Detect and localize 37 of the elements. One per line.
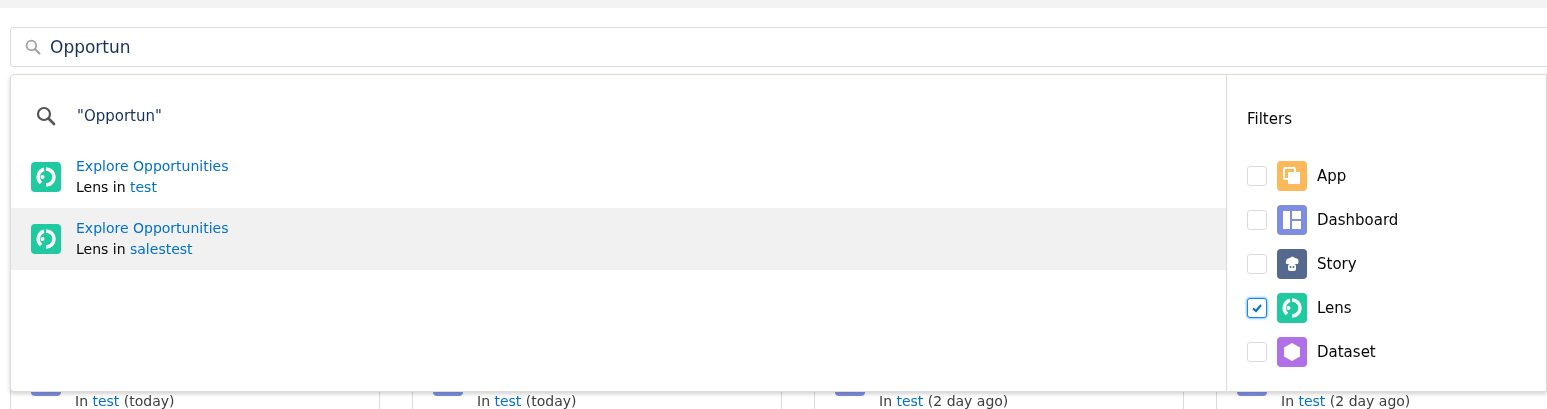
card-time: (today) [525,393,577,409]
search-result[interactable]: Explore Opportunities Lens in test [11,146,1226,208]
lens-icon [31,224,61,254]
folder-link[interactable]: test [896,393,924,409]
type-label: Lens in [76,179,126,195]
dashboard-icon [1277,205,1307,235]
search-result[interactable]: Explore Opportunities Lens in salestest [11,208,1226,270]
folder-link[interactable]: salestest [130,241,193,257]
folder-link[interactable]: test [1298,393,1326,409]
filters-title: Filters [1247,110,1293,128]
result-title[interactable]: Explore Opportunities [76,218,229,239]
checkbox[interactable] [1247,298,1267,318]
card-text: In [879,393,892,409]
card-text: In [75,393,88,409]
figure-icon [1277,249,1307,279]
filter-label: Story [1317,255,1357,273]
card-text: In [1281,393,1294,409]
card-time: (2 day ago) [1329,393,1411,409]
card-text: In [477,393,490,409]
card-time: (today) [123,393,175,409]
lens-icon [1277,293,1307,323]
type-label: Lens in [76,241,126,257]
search-icon [36,106,56,126]
search-field[interactable]: Opportun [10,27,1547,67]
app-icon [1277,161,1307,191]
folder-link[interactable]: test [494,393,522,409]
filter-label: App [1317,167,1347,185]
checkmark-icon [1251,302,1263,314]
lens-icon [31,162,61,192]
filter-label: Lens [1317,299,1352,317]
folder-link[interactable]: test [92,393,120,409]
filter-label: Dashboard [1317,211,1399,229]
search-suggestion[interactable]: "Opportun" [11,96,162,136]
filter-label: Dataset [1317,343,1376,361]
folder-link[interactable]: test [130,179,157,195]
card-time: (2 day ago) [927,393,1009,409]
result-title[interactable]: Explore Opportunities [76,156,229,177]
